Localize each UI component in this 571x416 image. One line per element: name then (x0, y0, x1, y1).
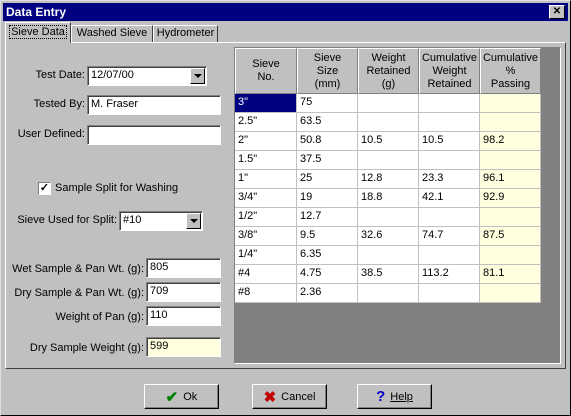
grid-cell[interactable] (419, 113, 480, 132)
grid-cell[interactable]: 23.3 (419, 170, 480, 189)
sieve-grid: Sieve No. Sieve Size (mm) Weight Retaine… (234, 47, 561, 364)
grid-body[interactable]: 3" 75 2.5" 63.5 2" 50.8 10.5 10.5 98.2 1.5" 37.5 1"… (235, 94, 560, 363)
grid-cell[interactable]: 1/2" (235, 208, 297, 227)
tab-washed-sieve[interactable]: Washed Sieve (71, 25, 153, 42)
grid-cell[interactable]: 19 (297, 189, 358, 208)
grid-cell[interactable] (480, 246, 541, 265)
grid-cell[interactable]: 92.9 (480, 189, 541, 208)
grid-cell[interactable]: 25 (297, 170, 358, 189)
dry-weight-field: 599 (146, 337, 221, 357)
grid-cell[interactable] (358, 246, 419, 265)
title-bar[interactable]: Data Entry ✕ (3, 3, 568, 21)
grid-cell[interactable]: 2.36 (297, 284, 358, 303)
grid-cell[interactable] (480, 113, 541, 132)
x-icon: ✖ (263, 388, 277, 406)
grid-header-weight-retained: Weight Retained (g) (358, 48, 419, 94)
grid-cell[interactable]: #4 (235, 265, 297, 284)
tested-by-field[interactable]: M. Fraser (87, 95, 221, 115)
grid-cell[interactable]: 3" (235, 94, 297, 113)
grid-cell[interactable]: 12.7 (297, 208, 358, 227)
close-icon: ✕ (552, 6, 562, 17)
grid-cell[interactable]: 96.1 (480, 170, 541, 189)
dry-sample-label: Dry Sample & Pan Wt. (g): (14, 287, 144, 299)
grid-cell[interactable]: 10.5 (358, 132, 419, 151)
sample-split-label: Sample Split for Washing (55, 182, 179, 194)
grid-cell[interactable]: 2" (235, 132, 297, 151)
grid-cell[interactable]: 1/4" (235, 246, 297, 265)
pan-weight-label: Weight of Pan (g): (55, 311, 144, 323)
grid-cell[interactable]: 50.8 (297, 132, 358, 151)
grid-cell[interactable] (358, 113, 419, 132)
tested-by-label: Tested By: (33, 98, 85, 110)
grid-cell[interactable] (358, 284, 419, 303)
user-defined-field[interactable] (87, 125, 221, 145)
grid-cell[interactable]: 37.5 (297, 151, 358, 170)
grid-cell[interactable]: 1.5" (235, 151, 297, 170)
help-button[interactable]: ? Help (357, 384, 432, 409)
pan-weight-field[interactable]: 110 (146, 306, 221, 326)
grid-cell[interactable] (480, 284, 541, 303)
checkmark-icon: ✔ (165, 388, 179, 406)
grid-cell[interactable]: 63.5 (297, 113, 358, 132)
grid-cell[interactable]: 75 (297, 94, 358, 113)
wet-sample-field[interactable]: 805 (146, 258, 221, 278)
checkmark-icon: ✓ (39, 182, 50, 194)
grid-cell[interactable]: 32.6 (358, 227, 419, 246)
grid-cell[interactable] (480, 94, 541, 113)
grid-cell[interactable] (419, 284, 480, 303)
grid-cell[interactable] (358, 94, 419, 113)
grid-cell[interactable]: 2.5" (235, 113, 297, 132)
sample-split-checkbox[interactable]: ✓ (38, 182, 51, 195)
cancel-button[interactable]: ✖ Cancel (252, 384, 327, 409)
grid-cell[interactable]: 9.5 (297, 227, 358, 246)
grid-cell[interactable]: 42.1 (419, 189, 480, 208)
dry-sample-field[interactable]: 709 (146, 282, 221, 302)
grid-cell[interactable]: 38.5 (358, 265, 419, 284)
grid-cell[interactable]: 3/8" (235, 227, 297, 246)
data-entry-window: Data Entry ✕ Sieve Data Washed Sieve Hyd… (0, 0, 571, 416)
user-defined-label: User Defined: (17, 128, 85, 140)
grid-cell[interactable]: 6.35 (297, 246, 358, 265)
tab-hydrometer[interactable]: Hydrometer (153, 25, 218, 42)
wet-sample-label: Wet Sample & Pan Wt. (g): (12, 263, 144, 275)
grid-cell[interactable] (419, 94, 480, 113)
grid-cell[interactable]: 87.5 (480, 227, 541, 246)
grid-cell[interactable]: 74.7 (419, 227, 480, 246)
dry-weight-label: Dry Sample Weight (g): (29, 342, 144, 354)
grid-cell[interactable] (419, 246, 480, 265)
grid-cell[interactable]: 12.8 (358, 170, 419, 189)
ok-button[interactable]: ✔ Ok (144, 384, 219, 409)
chevron-down-icon (190, 219, 198, 223)
grid-cell[interactable] (480, 151, 541, 170)
grid-cell[interactable] (419, 151, 480, 170)
test-date-combo[interactable]: 12/07/00 (87, 66, 207, 86)
grid-cell[interactable]: 3/4" (235, 189, 297, 208)
test-date-dropdown-button[interactable] (190, 68, 205, 84)
tab-sieve-data[interactable]: Sieve Data (5, 22, 71, 43)
grid-cell[interactable]: 98.2 (480, 132, 541, 151)
grid-header-sieve-size: Sieve Size (mm) (297, 48, 358, 94)
grid-header-cumulative-passing: Cumulative % Passing (480, 48, 541, 94)
sieve-split-combo[interactable]: #10 (119, 211, 203, 231)
sieve-split-dropdown-button[interactable] (186, 213, 201, 229)
grid-cell[interactable] (358, 208, 419, 227)
question-icon: ? (376, 388, 386, 405)
grid-cell[interactable] (358, 151, 419, 170)
grid-cell[interactable]: #8 (235, 284, 297, 303)
grid-cell[interactable]: 10.5 (419, 132, 480, 151)
grid-cell[interactable]: 1" (235, 170, 297, 189)
grid-cell[interactable]: 113.2 (419, 265, 480, 284)
grid-header-sieve-no: Sieve No. (235, 48, 297, 94)
grid-header-cumulative-weight: Cumulative Weight Retained (419, 48, 480, 94)
test-date-label: Test Date: (35, 69, 85, 81)
grid-cell[interactable] (419, 208, 480, 227)
sieve-split-label: Sieve Used for Split: (17, 214, 117, 226)
window-title: Data Entry (6, 5, 67, 19)
grid-cell[interactable]: 18.8 (358, 189, 419, 208)
chevron-down-icon (194, 74, 202, 78)
close-button[interactable]: ✕ (549, 5, 565, 19)
grid-cell[interactable]: 81.1 (480, 265, 541, 284)
grid-cell[interactable]: 4.75 (297, 265, 358, 284)
grid-cell[interactable] (480, 208, 541, 227)
